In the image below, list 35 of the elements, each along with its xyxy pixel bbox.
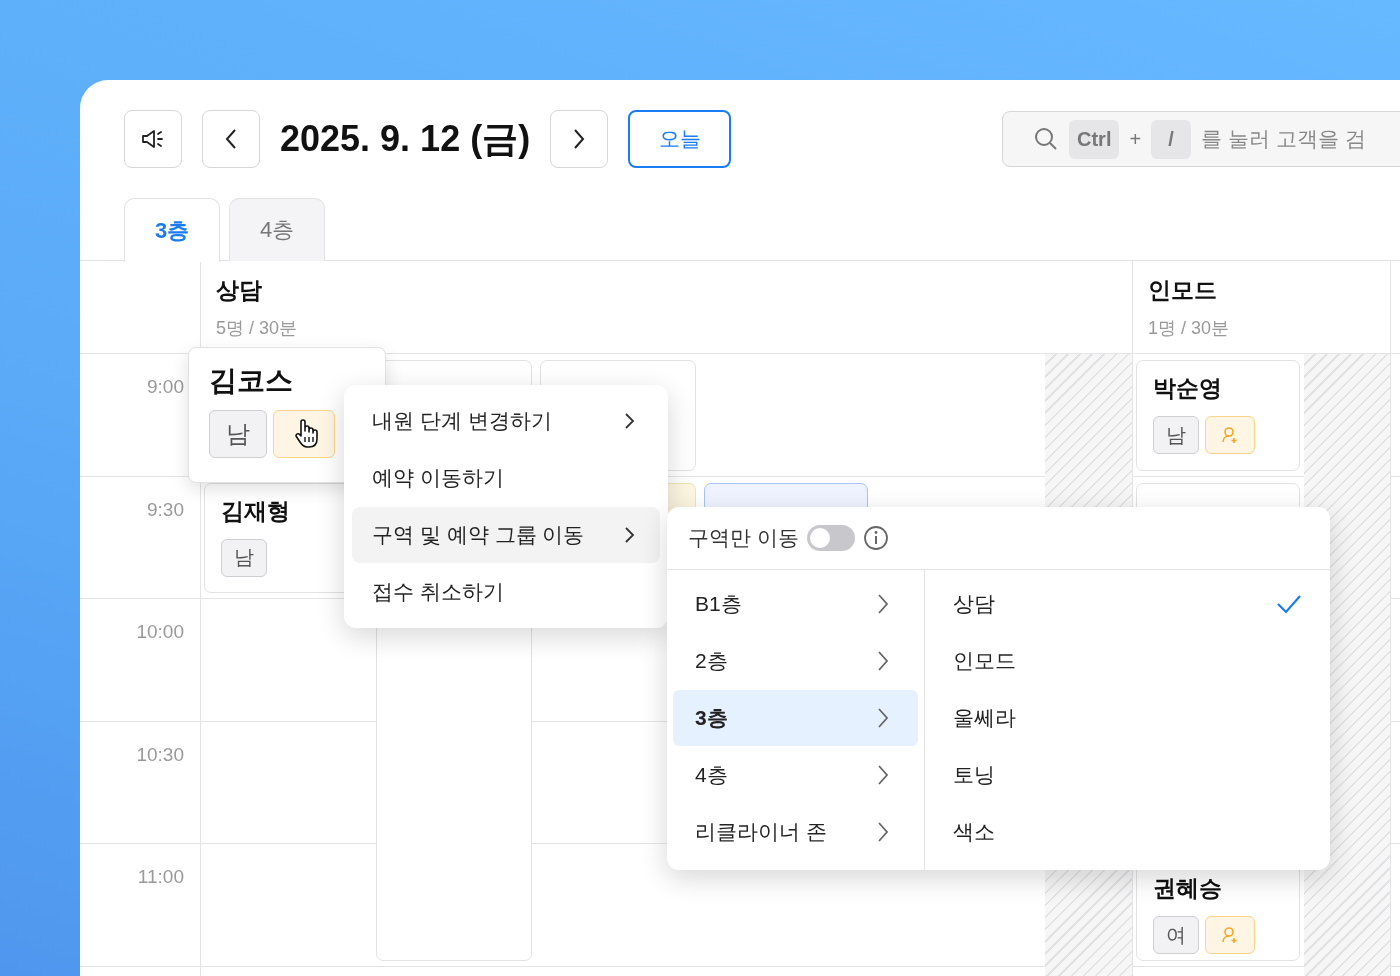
toggle-label: 구역만 이동 (688, 525, 799, 551)
zone-capacity: 5명 / 30분 (216, 317, 298, 340)
gender-chip: 남 (1153, 416, 1199, 454)
plus-sign: + (1129, 127, 1142, 151)
date-title: 2025. 9. 12 (금) (280, 116, 531, 161)
floor-option-label: B1층 (695, 591, 742, 617)
time-label: 9:30 (147, 498, 184, 522)
key-label: / (1151, 119, 1192, 159)
zone-name: 상담 (216, 276, 262, 305)
time-label: 11:00 (137, 866, 184, 889)
floor-option-label: 4층 (695, 762, 728, 788)
gender-chip: 여 (1153, 916, 1199, 954)
customer-name: 김코스 (209, 364, 294, 398)
search-placeholder: 를 눌러 고객을 검 (1201, 126, 1366, 152)
zone-capacity: 1명 / 30분 (1148, 317, 1230, 340)
key-label: Ctrl (1069, 119, 1120, 159)
time-label: 10:00 (136, 621, 184, 644)
customer-name: 권혜승 (1153, 874, 1222, 903)
customer-name: 김재형 (221, 496, 290, 526)
zone-option-label: 울쎄라 (953, 705, 1016, 731)
zone-option-label: 상담 (953, 591, 995, 617)
floor-option-label: 3층 (695, 705, 728, 731)
menu-item-label: 구역 및 예약 그룹 이동 (372, 522, 585, 548)
gender-chip: 남 (221, 538, 267, 577)
zone-option-label: 인모드 (953, 648, 1016, 674)
floor-option-label: 2층 (695, 648, 728, 674)
time-label: 9:00 (147, 376, 184, 399)
menu-item-label: 접수 취소하기 (372, 579, 504, 605)
floor-option-label: 리클라이너 존 (695, 819, 827, 845)
customer-name: 박순영 (1153, 374, 1222, 403)
zone-name: 인모드 (1148, 276, 1217, 305)
zone-option-label: 토닝 (953, 762, 995, 788)
gender-chip: 남 (209, 410, 267, 458)
time-label: 10:30 (136, 743, 184, 767)
zone-option-label: 색소 (953, 819, 995, 845)
